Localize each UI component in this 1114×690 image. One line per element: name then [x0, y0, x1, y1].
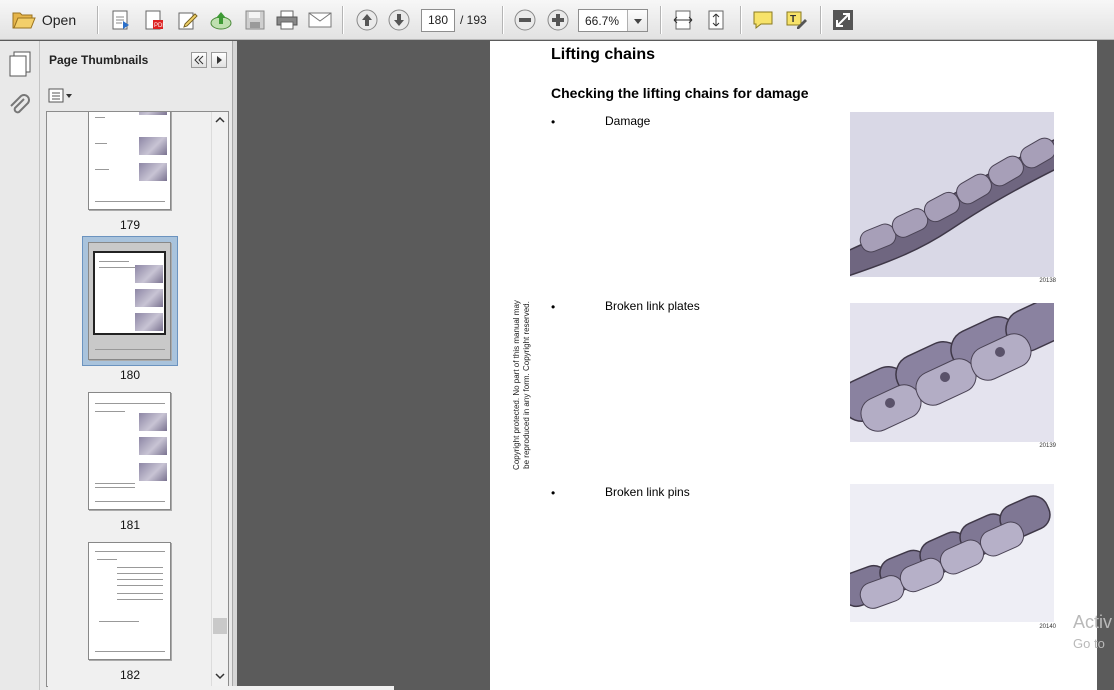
zoom-out-icon	[514, 9, 536, 31]
thumbnail-label: 179	[119, 218, 141, 232]
taskbar-edge	[48, 686, 394, 690]
page-total: / 193	[460, 13, 487, 27]
photo-id: 20140	[1039, 624, 1056, 630]
convert-pdf-icon: PDF	[145, 10, 165, 30]
bullet: •	[551, 115, 556, 129]
copyright-notice: Copyright protected. No part of this man…	[512, 300, 531, 470]
photo-id: 20139	[1039, 443, 1056, 449]
page-number-input[interactable]: 180	[421, 9, 455, 32]
page-thumbnails-panel: Page Thumbnails 179 180 181 182	[40, 41, 233, 690]
next-page-button[interactable]	[386, 7, 412, 33]
folder-open-icon	[12, 12, 36, 29]
section-title: Lifting chains	[551, 46, 655, 63]
previous-page-button[interactable]	[354, 7, 380, 33]
svg-text:PDF: PDF	[154, 23, 165, 29]
toolbar-separator	[820, 6, 821, 34]
convert-pdf-button[interactable]: PDF	[141, 7, 167, 33]
bullet: •	[551, 300, 556, 314]
edit-button[interactable]	[175, 7, 201, 33]
email-icon	[308, 12, 332, 28]
pages-icon	[9, 51, 31, 77]
thumbnail-list[interactable]: 179 180 181 182	[46, 111, 229, 687]
upload-icon	[210, 12, 232, 30]
broken-link-plates-photo	[850, 303, 1054, 442]
toolbar: Open PDF 180 / 193 66.7% T	[0, 0, 1114, 40]
upload-button[interactable]	[208, 7, 234, 33]
svg-text:T: T	[790, 14, 796, 25]
toolbar-separator	[660, 6, 661, 34]
thumbnail-page-179[interactable]	[88, 112, 171, 210]
fit-width-button[interactable]	[670, 7, 696, 33]
paperclip-icon	[10, 94, 30, 114]
pages-panel-button[interactable]	[8, 51, 32, 82]
chain-damage-photo	[850, 112, 1054, 277]
broken-link-pins-photo	[850, 484, 1054, 622]
item-damage: Damage	[605, 114, 651, 128]
chevron-down-icon[interactable]	[627, 10, 647, 31]
options-button[interactable]	[48, 88, 74, 104]
fit-page-button[interactable]	[703, 7, 729, 33]
thumbnail-label: 180	[119, 368, 141, 382]
chevron-up-icon[interactable]	[215, 116, 225, 124]
fit-page-icon	[708, 10, 724, 30]
pdf-page: Lifting chains Checking the lifting chai…	[490, 41, 1097, 690]
toolbar-separator	[502, 6, 503, 34]
copyright-text: Copyright protected. No part of this man…	[512, 300, 531, 470]
fullscreen-button[interactable]	[830, 7, 856, 33]
panel-menu-button[interactable]	[211, 52, 227, 68]
highlight-button[interactable]: T	[783, 7, 809, 33]
create-pdf-button[interactable]	[108, 7, 134, 33]
print-icon	[276, 10, 298, 30]
open-label: Open	[41, 12, 77, 28]
attachments-panel-button[interactable]	[8, 93, 30, 122]
zoom-in-icon	[547, 9, 569, 31]
toolbar-separator	[342, 6, 343, 34]
double-chevron-left-icon	[194, 55, 204, 65]
comment-icon	[753, 11, 773, 30]
next-page-icon	[388, 9, 410, 31]
thumbnail-page-180[interactable]	[88, 242, 171, 360]
activation-watermark-subtext: Go to	[1073, 636, 1105, 651]
print-button[interactable]	[274, 7, 300, 33]
zoom-in-button[interactable]	[545, 7, 571, 33]
save-icon	[245, 10, 265, 30]
zoom-out-button[interactable]	[512, 7, 538, 33]
bullet: •	[551, 486, 556, 500]
highlight-icon: T	[786, 11, 807, 29]
item-broken-link-plates: Broken link plates	[605, 299, 700, 313]
panel-title: Page Thumbnails	[49, 53, 149, 67]
comment-button[interactable]	[750, 7, 776, 33]
chevron-down-icon[interactable]	[215, 672, 225, 680]
thumbnail-page-181[interactable]	[88, 392, 171, 510]
email-button[interactable]	[307, 7, 333, 33]
document-area[interactable]: Lifting chains Checking the lifting chai…	[237, 41, 1114, 690]
fullscreen-icon	[833, 10, 853, 30]
left-rail	[0, 41, 40, 690]
zoom-value: 66.7%	[585, 14, 620, 28]
photo-id: 20138	[1039, 278, 1056, 284]
item-broken-link-pins: Broken link pins	[605, 485, 690, 499]
triangle-right-icon	[217, 56, 222, 64]
activation-watermark: Activ	[1073, 612, 1113, 632]
edit-icon	[178, 12, 198, 30]
toolbar-separator	[97, 6, 98, 34]
collapse-panel-button[interactable]	[191, 52, 207, 68]
create-pdf-icon	[112, 10, 129, 30]
zoom-select[interactable]: 66.7%	[578, 9, 648, 32]
thumbnail-label: 182	[119, 668, 141, 682]
thumbnail-scrollbar[interactable]	[211, 112, 228, 686]
toolbar-separator	[740, 6, 741, 34]
save-button[interactable]	[242, 7, 268, 33]
thumbnail-label: 181	[119, 518, 141, 532]
previous-page-icon	[356, 9, 378, 31]
open-button[interactable]: Open	[6, 7, 82, 33]
scroll-thumb[interactable]	[213, 618, 227, 634]
fit-width-icon	[673, 10, 693, 30]
options-list-icon	[48, 88, 72, 103]
thumbnail-page-182[interactable]	[88, 542, 171, 660]
section-subtitle: Checking the lifting chains for damage	[551, 85, 809, 101]
